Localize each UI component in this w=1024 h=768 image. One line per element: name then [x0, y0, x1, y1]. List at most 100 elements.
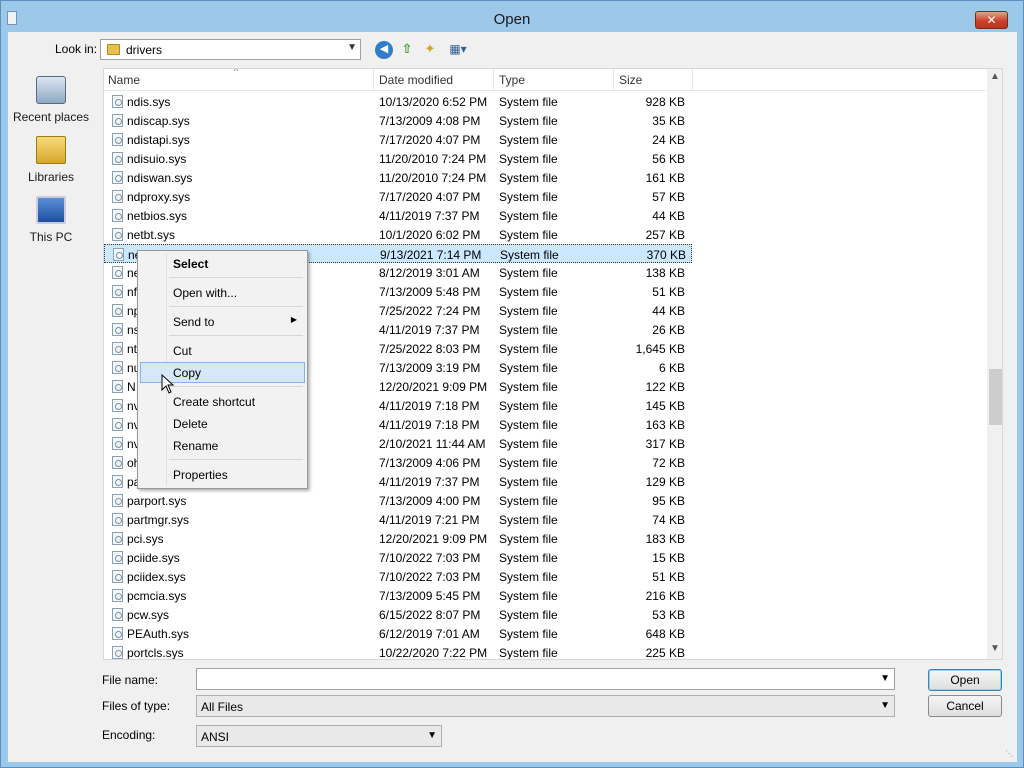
scroll-thumb[interactable]	[989, 369, 1002, 425]
file-size-cell: 225 KB	[645, 646, 685, 660]
file-size-cell: 161 KB	[645, 171, 685, 185]
file-name-cell: pci.sys	[127, 532, 164, 546]
file-row[interactable]: ndisuio.sys 11/20/2010 7:24 PM System file…	[104, 149, 692, 168]
file-type-cell: System file	[499, 551, 558, 565]
column-date[interactable]: Date modified	[379, 73, 453, 87]
column-name[interactable]: Name	[108, 73, 140, 87]
chevron-down-icon[interactable]: ▼	[880, 673, 890, 684]
column-type[interactable]: Type	[499, 73, 525, 87]
file-type-cell: System file	[499, 589, 558, 603]
file-row[interactable]: ndistapi.sys 7/17/2020 4:07 PM System file…	[104, 130, 692, 149]
files-of-type-dropdown[interactable]: All Files ▼	[196, 695, 895, 717]
system-file-icon	[112, 627, 123, 640]
up-folder-icon[interactable]: ⇧	[398, 41, 416, 59]
file-size-cell: 95 KB	[652, 494, 685, 508]
menu-separator	[169, 386, 303, 387]
view-menu-icon[interactable]: ▦▾	[445, 41, 471, 59]
file-size-cell: 163 KB	[645, 418, 685, 432]
resize-grip-icon[interactable]: ⋱	[1005, 749, 1013, 758]
folder-icon	[107, 44, 120, 55]
file-row[interactable]: PEAuth.sys 6/12/2019 7:01 AM System file 64…	[104, 624, 692, 643]
file-size-cell: 129 KB	[645, 475, 685, 489]
chevron-down-icon: ▼	[427, 730, 437, 741]
file-row[interactable]: netbt.sys 10/1/2020 6:02 PM System file 257…	[104, 225, 692, 244]
file-type-cell: System file	[499, 152, 558, 166]
scroll-down-icon[interactable]: ▼	[990, 643, 1000, 654]
recent-places-icon	[36, 76, 66, 104]
date-modified-cell: 10/22/2020 7:22 PM	[379, 646, 488, 660]
column-divider[interactable]	[373, 69, 374, 91]
date-modified-cell: 4/11/2019 7:37 PM	[379, 475, 480, 489]
column-size[interactable]: Size	[619, 73, 642, 87]
file-row[interactable]: pcmcia.sys 7/13/2009 5:45 PM System file 21…	[104, 586, 692, 605]
menu-item-open-with[interactable]: Open with...	[140, 282, 305, 303]
column-divider[interactable]	[613, 69, 614, 91]
file-type-cell: System file	[499, 646, 558, 660]
column-divider[interactable]	[692, 69, 693, 91]
system-file-icon	[112, 418, 123, 431]
place-libraries[interactable]: Libraries	[8, 136, 94, 184]
file-type-cell: System file	[499, 323, 558, 337]
open-button[interactable]: Open	[928, 669, 1002, 691]
system-file-icon	[112, 209, 123, 222]
date-modified-cell: 7/13/2009 4:06 PM	[379, 456, 481, 470]
menu-item-send-to[interactable]: Send to ▶	[140, 311, 305, 332]
submenu-arrow-icon: ▶	[290, 315, 297, 324]
file-type-cell: System file	[499, 95, 558, 109]
menu-separator	[169, 277, 303, 278]
menu-item-rename[interactable]: Rename	[140, 435, 305, 456]
file-row[interactable]: netbios.sys 4/11/2019 7:37 PM System file 4…	[104, 206, 692, 225]
encoding-dropdown[interactable]: ANSI ▼	[196, 725, 442, 747]
this-pc-icon	[36, 196, 66, 224]
close-button[interactable]: ✕	[975, 11, 1008, 29]
system-file-icon	[112, 589, 123, 602]
system-file-icon	[112, 114, 123, 127]
column-header: ^ Name Date modified Type Size	[104, 69, 986, 91]
menu-separator	[169, 459, 303, 460]
vertical-scrollbar[interactable]: ▲ ▼	[987, 69, 1002, 659]
scroll-up-icon[interactable]: ▲	[990, 71, 1000, 82]
file-size-cell: 15 KB	[652, 551, 685, 565]
new-folder-icon[interactable]: ✦	[421, 41, 439, 59]
file-size-cell: 370 KB	[646, 248, 686, 262]
system-file-icon	[112, 361, 123, 374]
menu-item-select[interactable]: Select	[140, 253, 305, 274]
file-row[interactable]: partmgr.sys 4/11/2019 7:21 PM System file 7…	[104, 510, 692, 529]
file-type-cell: System file	[499, 570, 558, 584]
file-row[interactable]: pciidex.sys 7/10/2022 7:03 PM System file 5…	[104, 567, 692, 586]
file-row[interactable]: pciide.sys 7/10/2022 7:03 PM System file 15…	[104, 548, 692, 567]
column-divider[interactable]	[493, 69, 494, 91]
file-size-cell: 138 KB	[645, 266, 685, 280]
file-name-cell: pciide.sys	[127, 551, 180, 565]
look-in-dropdown[interactable]: drivers ▼	[100, 39, 361, 60]
file-row[interactable]: ndiswan.sys 11/20/2010 7:24 PM System file…	[104, 168, 692, 187]
file-name-input[interactable]: ▼	[196, 668, 895, 690]
file-row[interactable]: portcls.sys 10/22/2020 7:22 PM System file…	[104, 643, 692, 660]
file-row[interactable]: ndproxy.sys 7/17/2020 4:07 PM System file 5…	[104, 187, 692, 206]
date-modified-cell: 7/13/2009 5:48 PM	[379, 285, 481, 299]
date-modified-cell: 7/13/2009 5:45 PM	[379, 589, 481, 603]
system-file-icon	[112, 532, 123, 545]
back-icon[interactable]: ◀	[375, 41, 393, 59]
file-row[interactable]: pci.sys 12/20/2021 9:09 PM System file 183 …	[104, 529, 692, 548]
menu-item-delete[interactable]: Delete	[140, 413, 305, 434]
date-modified-cell: 2/10/2021 11:44 AM	[379, 437, 486, 451]
file-type-cell: System file	[499, 608, 558, 622]
file-row[interactable]: parport.sys 7/13/2009 4:00 PM System file 9…	[104, 491, 692, 510]
file-name-cell: pcmcia.sys	[127, 589, 187, 603]
cancel-button[interactable]: Cancel	[928, 695, 1002, 717]
file-row[interactable]: pcw.sys 6/15/2022 8:07 PM System file 53 KB	[104, 605, 692, 624]
file-type-cell: System file	[499, 190, 558, 204]
file-row[interactable]: ndis.sys 10/13/2020 6:52 PM System file 928…	[104, 92, 692, 111]
menu-item-properties[interactable]: Properties	[140, 464, 305, 485]
place-this-pc[interactable]: This PC	[8, 196, 94, 244]
file-name-cell: ndiscap.sys	[127, 114, 190, 128]
file-size-cell: 145 KB	[645, 399, 685, 413]
system-file-icon	[112, 152, 123, 165]
system-file-icon	[112, 323, 123, 336]
file-row[interactable]: ndiscap.sys 7/13/2009 4:08 PM System file 3…	[104, 111, 692, 130]
file-name-cell: nt	[127, 342, 138, 356]
place-recent[interactable]: Recent places	[8, 76, 94, 124]
menu-item-cut[interactable]: Cut	[140, 340, 305, 361]
look-in-value: drivers	[126, 43, 163, 57]
